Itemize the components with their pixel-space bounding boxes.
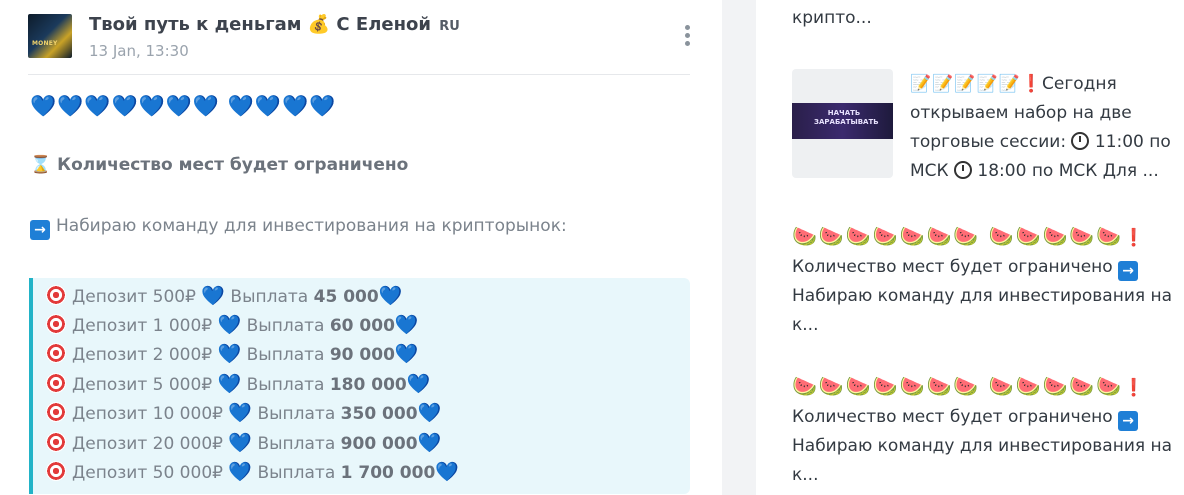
payout-value: 1 700 000 xyxy=(340,463,436,483)
payout-row: Депозит 50 000₽ 💙 Выплата 1 700 000💙 xyxy=(46,460,459,483)
target-icon xyxy=(46,461,66,481)
related-post-3[interactable]: 🍉🍉🍉🍉🍉🍉🍉 🍉🍉🍉🍉🍉❗ Количество мест будет огр… xyxy=(792,372,1180,490)
post2-line1: Количество мест будет ограничено xyxy=(792,257,1113,277)
post-panel: MONEY Твой путь к деньгам 💰 С Еленой RU … xyxy=(0,0,722,495)
memo-icons: 📝📝📝📝📝 xyxy=(910,74,1021,94)
blue-heart-icon: 💙 xyxy=(435,461,459,483)
post-date: 13 Jan, 13:30 xyxy=(89,42,189,60)
related-posts-sidebar: крипто... НАЧАТЬ ЗАРАБАТЫВАТЬ 📝📝📝📝📝❗Сего… xyxy=(756,0,1184,495)
stopwatch-icon xyxy=(954,161,973,179)
blue-heart-icon: 💙 xyxy=(394,314,419,336)
blue-heart-icon: 💙 xyxy=(228,461,253,483)
more-options-icon[interactable] xyxy=(681,25,693,49)
blue-heart-icon: 💙 xyxy=(201,285,225,307)
blue-heart-icon: 💙 xyxy=(406,373,431,395)
post-thumbnail[interactable]: НАЧАТЬ ЗАРАБАТЫВАТЬ xyxy=(792,69,893,178)
exclamation-icon: ❗ xyxy=(1123,228,1145,248)
channel-title-text: Твой путь к деньгам 💰 С Еленой xyxy=(89,14,431,35)
payout-value: 45 000 xyxy=(313,287,379,307)
limited-places-line: ⌛ Количество мест будет ограничено xyxy=(30,155,408,175)
payout-label: Выплата xyxy=(257,404,336,424)
right-arrow-icon: → xyxy=(1118,261,1139,281)
payout-value: 350 000 xyxy=(340,404,418,424)
related-post-1[interactable]: 📝📝📝📝📝❗Сегодня открываем набор на две тор… xyxy=(910,70,1180,186)
payout-value: 900 000 xyxy=(340,434,418,454)
blue-heart-icon: 💙 xyxy=(217,343,242,365)
payout-label: Выплата xyxy=(246,375,325,395)
payout-value: 60 000 xyxy=(329,316,395,336)
stopwatch-icon xyxy=(1071,132,1090,150)
target-icon xyxy=(46,432,66,452)
blue-heart-icon: 💙 xyxy=(378,285,403,307)
deposit-text: Депозит 20 000₽ xyxy=(72,434,223,454)
thumbnail-text: НАЧАТЬ ЗАРАБАТЫВАТЬ xyxy=(814,109,879,126)
payout-label: Выплата xyxy=(246,345,325,365)
recruit-text: Набираю команду для инвестирования на кр… xyxy=(56,216,567,236)
payout-label: Выплата xyxy=(246,316,325,336)
melon-row: 🍉🍉🍉🍉🍉🍉🍉 🍉🍉🍉🍉🍉❗ xyxy=(792,372,1180,403)
previous-post-snippet[interactable]: крипто... xyxy=(792,8,872,28)
post2-line2: Набираю команду для инвестирования на к.… xyxy=(792,286,1173,335)
deposit-text: Депозит 10 000₽ xyxy=(72,404,223,424)
blue-heart-icon: 💙 xyxy=(228,402,253,424)
payout-row: Депозит 10 000₽ 💙 Выплата 350 000💙 xyxy=(46,401,441,424)
payout-row: Депозит 5 000₽ 💙 Выплата 180 000💙 xyxy=(46,372,430,395)
payout-label: Выплата xyxy=(257,463,336,483)
thumbnail-banner: НАЧАТЬ ЗАРАБАТЫВАТЬ xyxy=(792,103,893,139)
right-arrow-icon: → xyxy=(1118,411,1139,431)
recruit-line: → Набираю команду для инвестирования на к… xyxy=(30,216,567,240)
hourglass-icon: ⌛ xyxy=(30,155,52,175)
blue-heart-icon: 💙 xyxy=(217,373,242,395)
watermelon-icons: 🍉🍉🍉🍉🍉🍉🍉 🍉🍉🍉🍉🍉 xyxy=(792,374,1124,398)
blue-heart-icon: 💙 xyxy=(417,402,442,424)
target-icon xyxy=(46,402,66,422)
watermelon-icons: 🍉🍉🍉🍉🍉🍉🍉 🍉🍉🍉🍉🍉 xyxy=(792,224,1124,248)
payout-label: Выплата xyxy=(257,434,336,454)
avatar-logo-text: MONEY xyxy=(32,40,58,47)
payout-row: Депозит 20 000₽ 💙 Выплата 900 000💙 xyxy=(46,431,441,454)
right-arrow-icon: → xyxy=(30,220,50,240)
header-divider xyxy=(28,74,690,75)
target-icon xyxy=(46,314,66,334)
target-icon xyxy=(46,343,66,363)
blue-heart-icon: 💙 xyxy=(394,343,419,365)
payout-row: Депозит 1 000₽ 💙 Выплата 60 000💙 xyxy=(46,313,419,336)
exclamation-icon: ❗ xyxy=(1020,74,1043,94)
payout-row: Депозит 500₽ 💙 Выплата 45 000💙 xyxy=(46,284,402,307)
channel-title[interactable]: Твой путь к деньгам 💰 С Еленой RU xyxy=(89,14,460,35)
melon-row: 🍉🍉🍉🍉🍉🍉🍉 🍉🍉🍉🍉🍉❗ xyxy=(792,222,1180,253)
limited-text: Количество мест будет ограничено xyxy=(57,155,409,175)
related-post-2[interactable]: 🍉🍉🍉🍉🍉🍉🍉 🍉🍉🍉🍉🍉❗ Количество мест будет огр… xyxy=(792,222,1180,340)
blue-heart-icon: 💙 xyxy=(417,432,442,454)
panel-gap xyxy=(722,0,756,495)
payout-row: Депозит 2 000₽ 💙 Выплата 90 000💙 xyxy=(46,342,419,365)
deposit-text: Депозит 1 000₽ xyxy=(72,316,213,336)
deposit-text: Депозит 500₽ xyxy=(72,287,196,307)
deposit-text: Депозит 2 000₽ xyxy=(72,345,213,365)
target-icon xyxy=(46,373,66,393)
post3-line1: Количество мест будет ограничено xyxy=(792,407,1113,427)
deposit-text: Депозит 5 000₽ xyxy=(72,375,213,395)
exclamation-icon: ❗ xyxy=(1123,378,1145,398)
hearts-row: 💙💙💙💙💙💙💙 💙💙💙💙 xyxy=(30,94,337,118)
payout-value: 180 000 xyxy=(329,375,407,395)
target-icon xyxy=(46,285,66,305)
payout-value: 90 000 xyxy=(329,345,395,365)
payout-label: Выплата xyxy=(230,287,309,307)
channel-avatar[interactable]: MONEY xyxy=(28,14,72,58)
blue-heart-icon: 💙 xyxy=(217,314,242,336)
payout-quote-block: Депозит 500₽ 💙 Выплата 45 000💙 Депозит 1… xyxy=(29,278,690,494)
deposit-text: Депозит 50 000₽ xyxy=(72,463,223,483)
post3-line2: Набираю команду для инвестирования на к.… xyxy=(792,436,1173,485)
language-badge: RU xyxy=(439,19,460,34)
post1-time2: 18:00 по МСК Для ... xyxy=(977,161,1159,181)
blue-heart-icon: 💙 xyxy=(228,432,253,454)
